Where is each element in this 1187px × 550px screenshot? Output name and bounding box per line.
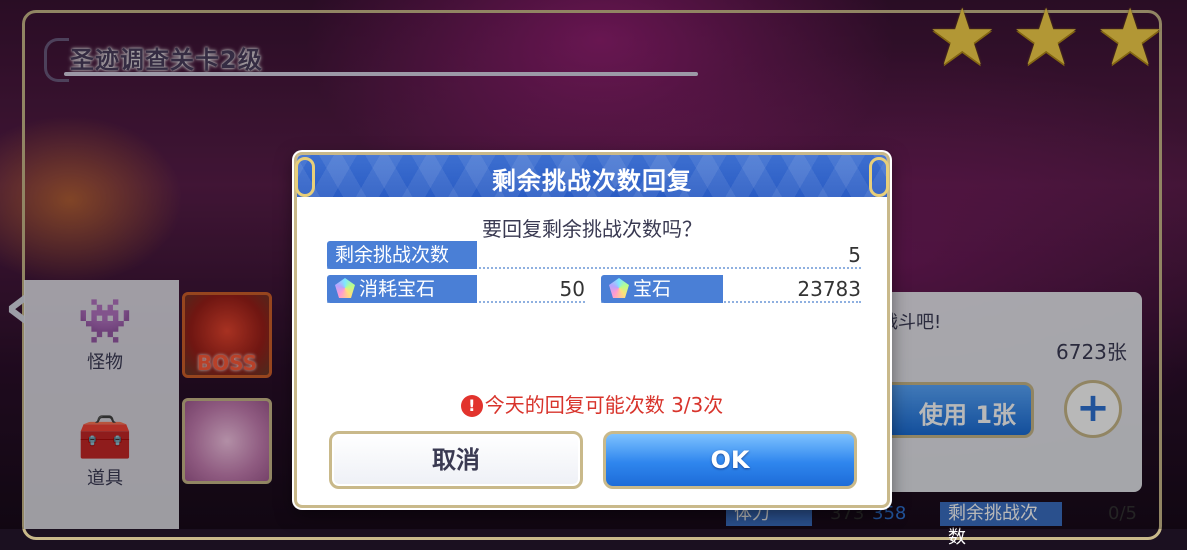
- warning-text: 今天的回复可能次数 3/3次: [484, 393, 724, 417]
- remaining-label: 剩余挑战次数: [327, 241, 477, 269]
- gems-label: 宝石: [633, 278, 672, 300]
- warning-icon: !: [460, 395, 483, 417]
- daily-limit-warning: ! 今天的回复可能次数 3/3次: [297, 389, 887, 418]
- gem-icon: [609, 278, 629, 298]
- dialog-title: 剩余挑战次数回复: [492, 167, 692, 195]
- gems-value: 23783: [797, 277, 861, 301]
- restore-challenge-dialog: 剩余挑战次数回复 要回复剩余挑战次数吗？ 剩余挑战次数 5 消耗宝石 50 宝石…: [294, 152, 890, 508]
- cost-value: 50: [559, 277, 585, 301]
- gem-icon: [335, 278, 355, 298]
- cancel-button[interactable]: 取消: [329, 431, 583, 489]
- gems-label-box: 宝石: [601, 275, 723, 303]
- dialog-question: 要回复剩余挑战次数吗？: [482, 217, 702, 241]
- remaining-value: 5: [848, 243, 861, 267]
- dialog-header: 剩余挑战次数回复: [295, 155, 889, 197]
- ok-button[interactable]: OK: [603, 431, 857, 489]
- cost-label-box: 消耗宝石: [327, 275, 477, 303]
- cost-label: 消耗宝石: [359, 278, 436, 300]
